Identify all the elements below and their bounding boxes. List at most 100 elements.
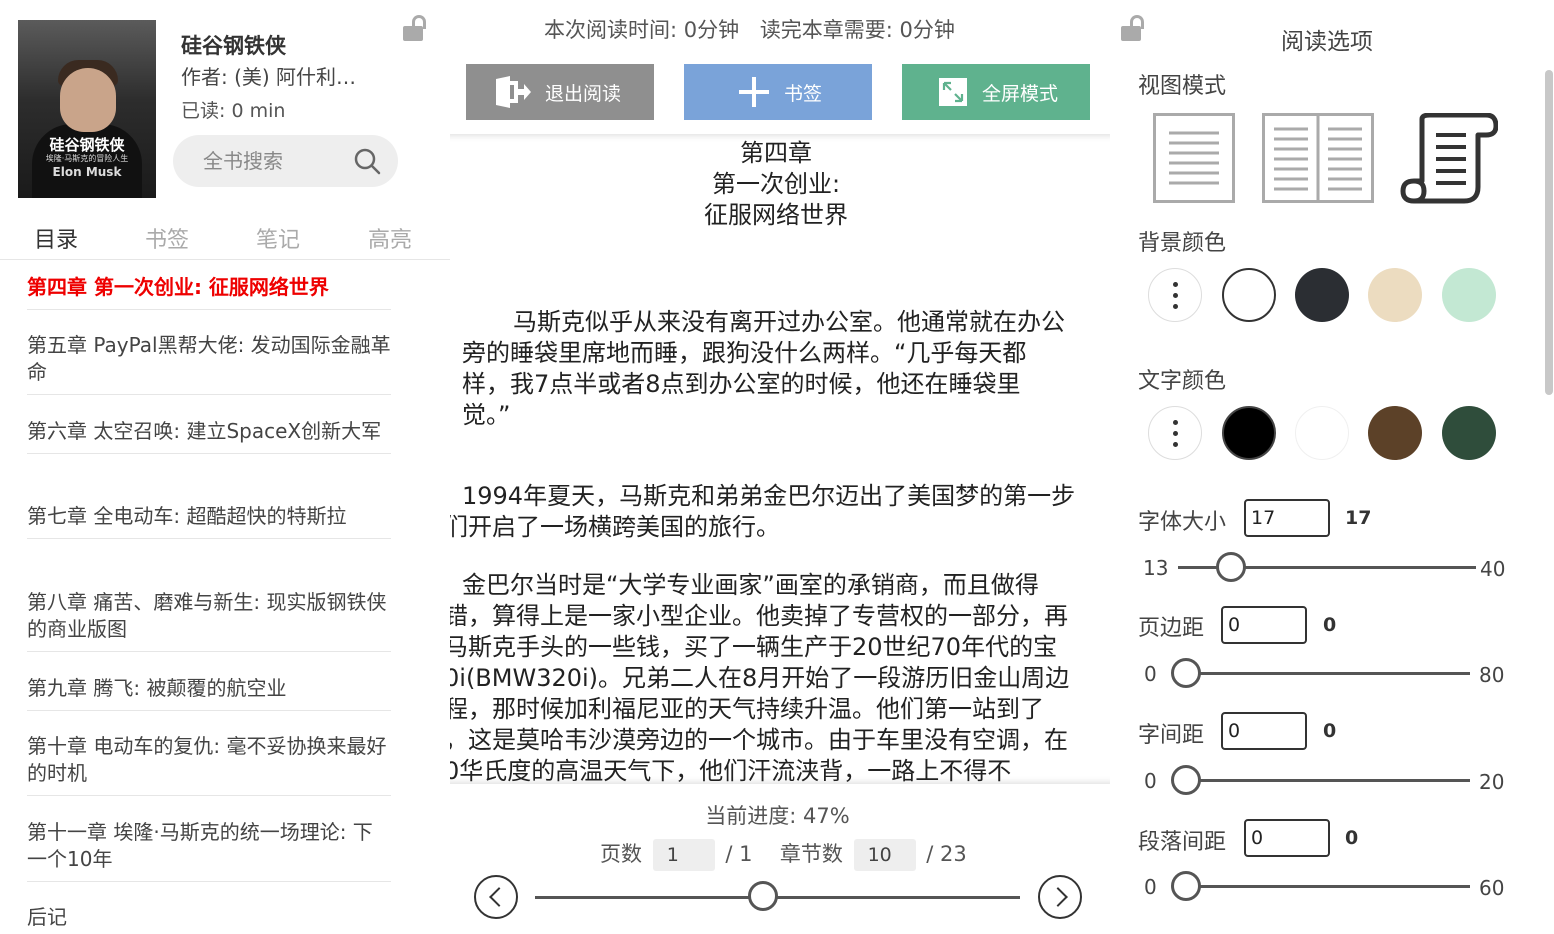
font-size-max: 40 (1480, 557, 1506, 581)
letter-spacing-slider-track[interactable] (1188, 779, 1470, 782)
font-size-label: 字体大小 (1138, 510, 1227, 535)
page-input[interactable]: 1 (652, 839, 715, 871)
chapter-title-line2: 征服网络世界 (704, 201, 848, 229)
paragraph-spacing-label: 段落间距 (1138, 830, 1227, 855)
letter-spacing-slider-thumb[interactable] (1171, 765, 1201, 795)
book-title: 硅谷钢铁侠 (181, 34, 286, 58)
text-color-black[interactable] (1222, 406, 1276, 460)
toc-item[interactable]: 第十一章 埃隆·马斯克的统一场理论: 下一个10年 (27, 819, 391, 882)
paragraph-spacing-min: 0 (1144, 875, 1157, 899)
page-margin-input[interactable] (1221, 606, 1307, 644)
sidebar-tabs: 目录 书签 笔记 高亮 (0, 218, 450, 260)
left-panel: 硅谷钢铁侠 埃隆·马斯克的冒险人生 Elon Musk 硅谷钢铁侠 作者: (美… (0, 0, 450, 934)
single-page-icon[interactable] (1153, 113, 1235, 203)
font-size-min: 13 (1143, 556, 1169, 580)
page-margin-slider-track[interactable] (1188, 672, 1470, 675)
view-mode-label: 视图模式 (1138, 74, 1227, 99)
bg-color-dark[interactable] (1295, 268, 1349, 322)
chapter-heading: 第四章 第一次创业: 征服网络世界 (450, 138, 1102, 231)
lock-open-icon[interactable] (402, 14, 432, 44)
page-total: / 1 (725, 842, 753, 866)
text-line: 程，那时候加利福尼亚的天气持续升温。他们第一站到了 (450, 695, 1044, 723)
fullscreen-icon (939, 78, 967, 106)
text-line: 样，我7点半或者8点到办公室的时候，他还在睡袋里 (462, 370, 1021, 398)
page-navigation-row: 页数 1 / 1 章节数 10 / 23 (600, 838, 967, 872)
toc-item[interactable]: 后记 (27, 904, 391, 934)
toc-item[interactable]: 第五章 PayPal黑帮大佬: 发动国际金融革命 (27, 332, 391, 395)
exit-reading-label: 退出阅读 (545, 83, 622, 105)
more-dots-icon[interactable] (1148, 268, 1202, 322)
tab-notes[interactable]: 笔记 (256, 222, 300, 254)
exit-icon (496, 76, 531, 108)
text-line: 1994年夏天，马斯克和弟弟金巴尔迈出了美国梦的第一步 (462, 482, 1076, 510)
text-line: 0i(BMW320i)。兄弟二人在8月开始了一段游历旧金山周边 (450, 664, 1070, 692)
paragraph-spacing-slider-thumb[interactable] (1171, 871, 1201, 901)
paragraph-spacing-value: 0 (1345, 827, 1359, 849)
text-color-label: 文字颜色 (1138, 369, 1227, 394)
progress-slider-thumb[interactable] (747, 881, 778, 911)
cover-subtitle: 埃隆·马斯克的冒险人生 (45, 154, 129, 163)
toc-item[interactable]: 第十章 电动车的复仇: 毫不妥协换来最好的时机 (27, 733, 391, 796)
bg-color-mint[interactable] (1442, 268, 1496, 322)
paragraph-spacing-slider-track[interactable] (1188, 885, 1470, 888)
tab-highlights[interactable]: 高亮 (368, 222, 412, 254)
tab-contents[interactable]: 目录 (34, 222, 78, 254)
fullscreen-button[interactable]: 全屏模式 (902, 64, 1090, 120)
bookmark-label: 书签 (784, 83, 823, 105)
chapter-input[interactable]: 10 (853, 839, 916, 871)
page-margin-min: 0 (1144, 662, 1157, 686)
reading-options-panel: 阅读选项 视图模式 背景颜色 文字颜色 字体大小 17 17 13 40 页边距… (1110, 0, 1554, 934)
search-input[interactable] (203, 145, 353, 177)
toc-item[interactable]: 第六章 太空召唤: 建立SpaceX创新大军 (27, 418, 391, 454)
chapter-label: 章节数 (779, 842, 843, 866)
scroll-icon[interactable] (1400, 113, 1498, 205)
chapter-number: 第四章 (740, 139, 812, 167)
text-line: 旁的睡袋里席地而睡，跟狗没什么两样。“几乎每天都 (462, 339, 1027, 367)
lock-open-icon[interactable] (1120, 14, 1150, 44)
book-cover[interactable]: 硅谷钢铁侠 埃隆·马斯克的冒险人生 Elon Musk (18, 20, 156, 198)
font-size-value: 17 (1345, 507, 1372, 529)
session-reading-time: 本次阅读时间: 0分钟 (544, 18, 740, 42)
reader-footer: 当前进度: 47% 页数 1 / 1 章节数 10 / 23 (450, 784, 1110, 934)
chapter-remaining-time: 读完本章需要: 0分钟 (759, 18, 955, 42)
fullscreen-label: 全屏模式 (982, 83, 1059, 105)
page-margin-slider-thumb[interactable] (1171, 658, 1201, 688)
chevron-left-icon[interactable] (474, 875, 518, 919)
bg-color-beige[interactable] (1368, 268, 1422, 322)
chevron-right-icon[interactable] (1038, 875, 1082, 919)
paragraph-spacing-max: 60 (1479, 876, 1505, 900)
text-color-white[interactable] (1295, 406, 1349, 460)
options-title: 阅读选项 (1281, 29, 1373, 55)
letter-spacing-input[interactable] (1221, 712, 1307, 750)
tab-bookmarks[interactable]: 书签 (145, 222, 189, 254)
more-dots-icon[interactable] (1148, 406, 1202, 460)
add-bookmark-button[interactable]: 书签 (684, 64, 872, 120)
progress-text: 当前进度: 47% (705, 804, 850, 828)
cover-face (60, 68, 116, 132)
reading-time: 本次阅读时间: 0分钟 读完本章需要: 0分钟 (544, 14, 969, 44)
double-page-icon[interactable] (1262, 113, 1374, 203)
letter-spacing-value: 0 (1323, 720, 1337, 742)
page-margin-max: 80 (1479, 663, 1505, 687)
text-line: 马斯克手头的一些钱，买了一辆生产于20世纪70年代的宝 (450, 633, 1058, 661)
paragraph-spacing-input[interactable] (1244, 819, 1330, 857)
text-color-brown[interactable] (1368, 406, 1422, 460)
text-color-green[interactable] (1442, 406, 1496, 460)
toc-item[interactable]: 第七章 全电动车: 超酷超快的特斯拉 (27, 503, 391, 539)
reader-toolbar: 本次阅读时间: 0分钟 读完本章需要: 0分钟 退出阅读 书签 全屏模式 (450, 0, 1110, 134)
toc-item[interactable]: 第四章 第一次创业: 征服网络世界 (27, 274, 391, 310)
options-scrollbar[interactable] (1545, 70, 1553, 395)
toc-item[interactable]: 第九章 腾飞: 被颠覆的航空业 (27, 675, 391, 711)
search-icon[interactable] (353, 147, 381, 175)
reader-area: 本次阅读时间: 0分钟 读完本章需要: 0分钟 退出阅读 书签 全屏模式 第四章… (450, 0, 1110, 934)
bg-color-white[interactable] (1222, 268, 1276, 322)
letter-spacing-min: 0 (1144, 769, 1157, 793)
chapter-total: / 23 (926, 842, 967, 866)
font-size-slider-thumb[interactable] (1216, 552, 1246, 582)
search-box[interactable] (173, 135, 398, 187)
page-margin-value: 0 (1323, 614, 1337, 636)
font-size-input[interactable] (1244, 499, 1330, 537)
page-label: 页数 (600, 842, 642, 866)
toc-item[interactable]: 第八章 痛苦、磨难与新生: 现实版钢铁侠的商业版图 (27, 589, 391, 652)
exit-reading-button[interactable]: 退出阅读 (466, 64, 654, 120)
